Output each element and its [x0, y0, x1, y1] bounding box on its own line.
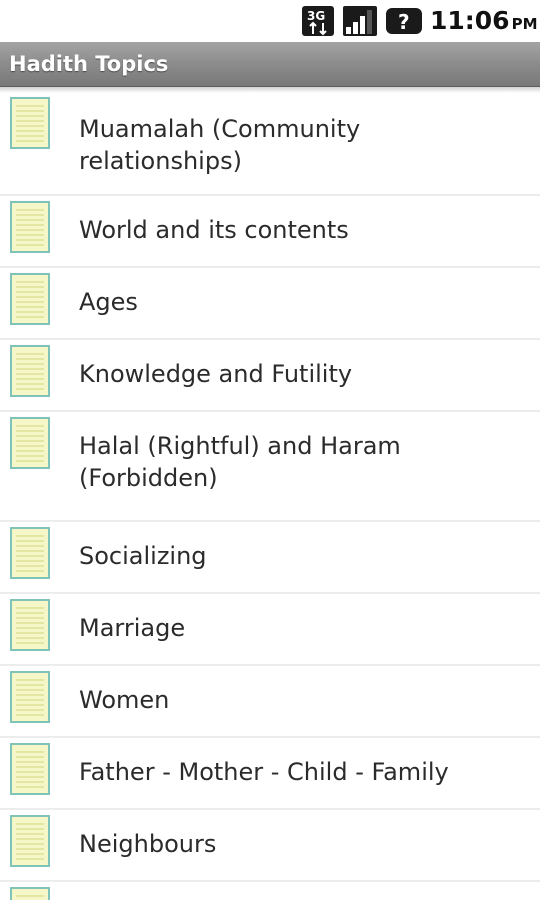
clock-ampm: PM [511, 15, 538, 33]
topic-label: Marriage [79, 614, 186, 642]
list-item[interactable]: Father - Mother - Child - Family [0, 738, 540, 810]
topic-label: World and its contents [79, 216, 349, 244]
document-icon [10, 97, 50, 149]
document-icon [10, 345, 50, 397]
topic-label: Neighbours [79, 830, 217, 858]
document-icon [10, 527, 50, 579]
svg-text:3G: 3G [307, 9, 325, 23]
list-item[interactable]: Halal (Rightful) and Haram (Forbidden) [0, 412, 540, 522]
help-icon: ? [386, 8, 422, 34]
document-icon [10, 743, 50, 795]
status-bar: 3G ? 11:06 PM [0, 0, 540, 42]
list-item[interactable]: Muamalah (Community relationships) [0, 87, 540, 196]
list-item[interactable]: Knowledge and Futility [0, 340, 540, 412]
list-item[interactable]: World and its contents [0, 196, 540, 268]
list-item-partial[interactable] [0, 882, 540, 900]
topic-label: Father - Mother - Child - Family [79, 758, 449, 786]
list-item[interactable]: Ages [0, 268, 540, 340]
title-bar: Hadith Topics [0, 42, 540, 87]
topic-label: Halal (Rightful) and Haram (Forbidden) [79, 432, 401, 492]
document-icon [10, 671, 50, 723]
list-item[interactable]: Marriage [0, 594, 540, 666]
document-icon [10, 201, 50, 253]
topic-list: Muamalah (Community relationships) World… [0, 87, 540, 900]
document-icon [10, 417, 50, 469]
page-title: Hadith Topics [9, 52, 169, 76]
signal-strength-icon [343, 6, 377, 36]
status-clock: 11:06 PM [430, 3, 538, 39]
topic-label: Knowledge and Futility [79, 360, 353, 388]
list-item[interactable]: Neighbours [0, 810, 540, 882]
topic-label: Muamalah (Community relationships) [79, 115, 361, 175]
list-item[interactable]: Socializing [0, 522, 540, 594]
list-item[interactable]: Women [0, 666, 540, 738]
document-icon [10, 887, 50, 900]
document-icon [10, 273, 50, 325]
app-screen: 3G ? 11:06 PM Hadith Topics Muamalah (Co… [0, 0, 540, 900]
clock-time: 11:06 [430, 6, 510, 35]
document-icon [10, 815, 50, 867]
3g-data-icon: 3G [302, 6, 334, 36]
topic-label: Socializing [79, 542, 207, 570]
title-bar-shadow [0, 87, 540, 93]
document-icon [10, 599, 50, 651]
topic-label: Ages [79, 288, 138, 316]
svg-text:?: ? [398, 10, 410, 34]
topic-label: Women [79, 686, 170, 714]
